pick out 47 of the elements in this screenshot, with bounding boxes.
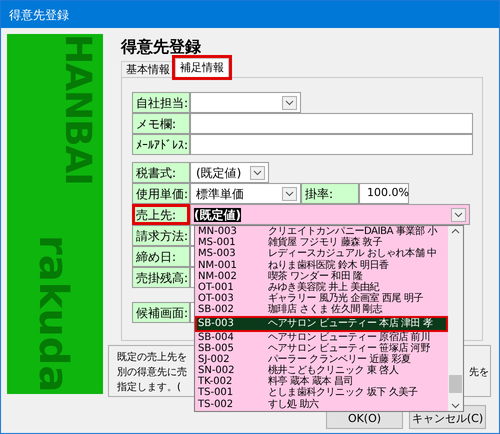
field-label: 税書式: [132, 162, 190, 183]
dropdown-item[interactable]: SN-002 桃井こどもクリニック 東 啓人 [195, 365, 448, 376]
banner-text: HANBAI [57, 34, 97, 185]
dropdown-item[interactable]: NM-001 ねりま歯科医院 鈴木 明日香 [195, 260, 448, 271]
scroll-thumb[interactable] [449, 375, 462, 393]
banner-text: rakuda [33, 234, 73, 392]
dropdown-item[interactable]: OT-003 ギャラリー 風乃光 企画室 西尾 明子 [195, 293, 448, 304]
combo-box[interactable]: (既定値) [190, 162, 269, 183]
dropdown-item[interactable]: OT-001 みゆき美容院 井上 美由紀 [195, 282, 448, 294]
text-field[interactable] [190, 113, 473, 134]
dropdown-item[interactable]: TS-001 としま歯科クリニック 坂下 久美子 [195, 387, 448, 399]
field-label: 使用単価: [132, 183, 190, 204]
dropdown-item[interactable]: SJ-002 パーラー クランベリー 近藤 彩夏 [195, 354, 448, 366]
field-label: 売掛残高: [132, 267, 190, 288]
field-label: 掛率: [301, 183, 359, 204]
field-label: 請求方法: [132, 225, 190, 246]
tab[interactable]: 補足情報 [175, 58, 229, 77]
combo-box[interactable]: (既定値) [190, 204, 470, 225]
dropdown-item[interactable]: SB-004 ヘアサロン ビューティー 原宿店 前川 [195, 332, 448, 343]
combo-box[interactable] [190, 92, 301, 113]
page-heading: 得意先登録 [121, 37, 202, 57]
scroll-up-icon [451, 228, 460, 234]
field-label: 自社担当: [132, 92, 190, 113]
dropdown-item[interactable]: TK-002 料亭 蔵本 蔵本 昌司 [195, 376, 448, 388]
text-field[interactable] [190, 134, 473, 155]
dropdown-item[interactable]: MS-001 雑貨屋 フジモリ 藤森 敦子 [195, 237, 448, 248]
field-label: 売上先: [132, 204, 190, 225]
help-text: 既定の売上先を [117, 350, 187, 365]
dropdown-item[interactable]: MS-003 レディースカジュアル おしゃれ本舗 中 [195, 248, 448, 260]
dropdown-item[interactable]: NM-002 喫茶 ワンダー 和田 隆 [195, 270, 448, 282]
field-label: メモ欄: [132, 113, 190, 134]
title-bar: 得意先登録 [1, 1, 499, 28]
field-label: 締め日: [132, 246, 190, 267]
field-label: 候補画面: [132, 302, 190, 323]
rate-field[interactable]: 100.0% [359, 183, 409, 204]
dropdown-item[interactable]: SB-002 珈琲店 さくま 佐久間 剛志 [195, 304, 448, 316]
dropdown-item[interactable]: SB-005 ヘアサロン ビューティー 笹塚店 河野 [195, 342, 448, 354]
help-text: 別の得意先に売 [117, 366, 187, 380]
scroll-down-icon [451, 403, 460, 409]
help-text: 先を [469, 366, 489, 380]
tab[interactable]: 基本情報 [121, 61, 175, 77]
field-label: ﾒｰﾙｱﾄﾞﾚｽ: [132, 134, 190, 155]
dropdown-item[interactable]: SB-003 ヘアサロン ビューティー 本店 津田 孝 [195, 316, 448, 332]
help-text: 指定します。( [117, 380, 182, 395]
combo-box[interactable]: 標準単価 [190, 183, 301, 204]
scrollbar[interactable] [448, 226, 463, 411]
dropdown-item[interactable]: MN-003 クリエイトカンパニーDAIBA 事業部 小 [195, 226, 448, 238]
